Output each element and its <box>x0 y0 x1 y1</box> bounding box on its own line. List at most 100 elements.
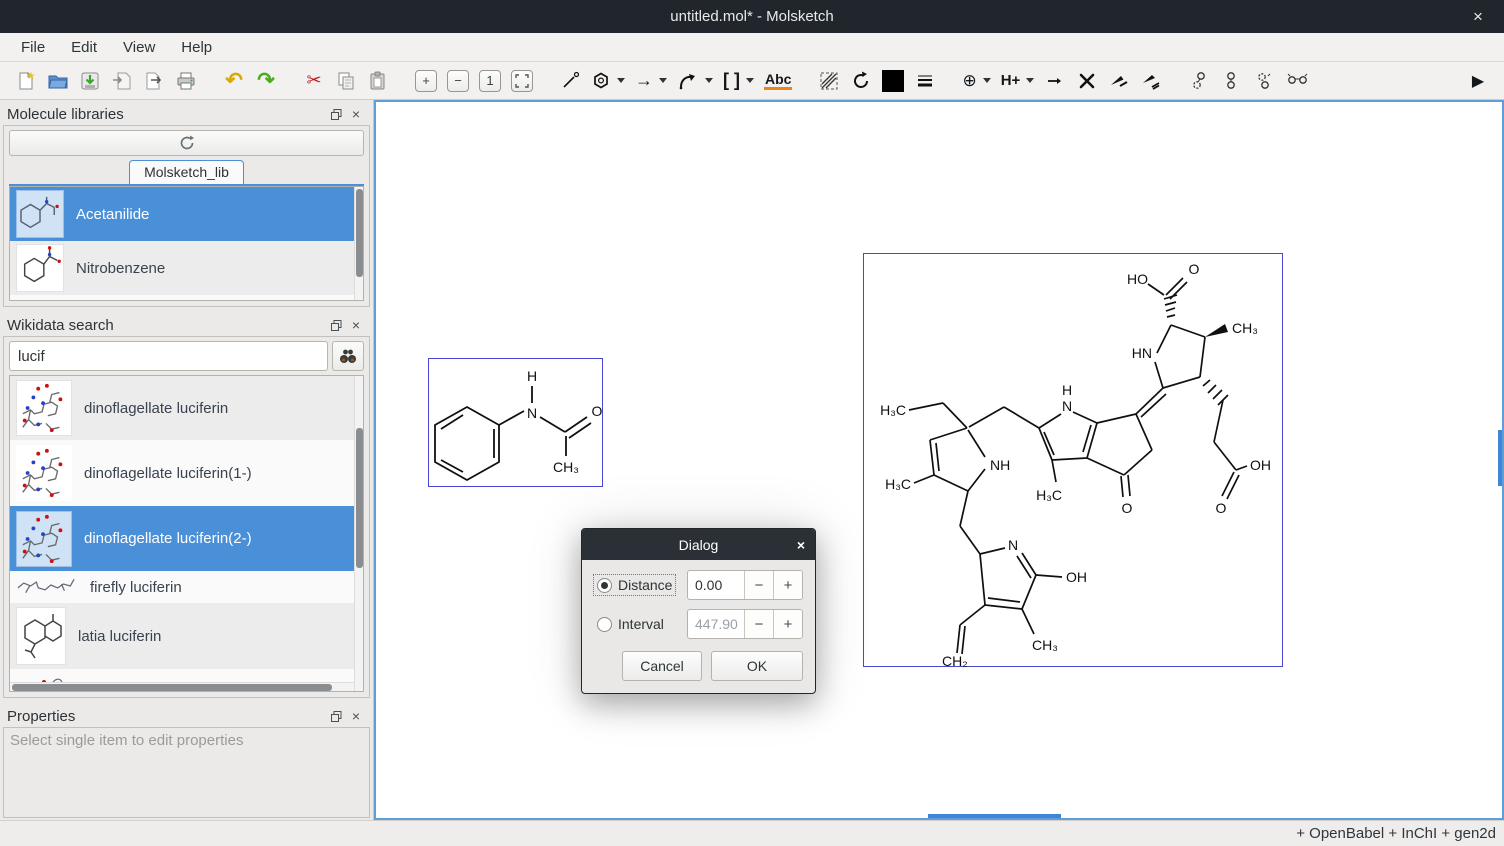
undo-button[interactable]: ↶ <box>220 66 248 96</box>
result-dinoflagellate-luciferin[interactable]: dinoflagellate luciferin <box>10 376 363 440</box>
window-close-button[interactable]: × <box>1464 0 1492 33</box>
line-width-tool-button[interactable] <box>911 66 939 96</box>
zoom-fit-button[interactable] <box>508 66 536 96</box>
interval-value[interactable]: 447.90 <box>688 610 744 638</box>
new-document-button[interactable]: ★ <box>12 66 40 96</box>
hash-bond-tool-button[interactable] <box>1137 66 1165 96</box>
result-firefly-luciferin[interactable]: firefly luciferin <box>10 571 363 603</box>
canvas-horizontal-scrollbar[interactable] <box>928 814 1061 818</box>
wikidata-search-button[interactable] <box>332 341 364 371</box>
library-list-scrollbar[interactable] <box>354 187 363 300</box>
print-document-button[interactable] <box>172 66 200 96</box>
atom-label: CH₃ <box>1232 320 1258 336</box>
wikidata-search-input[interactable] <box>9 341 328 371</box>
ring-chain-tool-1-button[interactable] <box>1185 66 1213 96</box>
atom-label: HN <box>1132 345 1152 361</box>
distance-spinbox[interactable]: 0.00 − + <box>687 570 803 600</box>
distance-radio-wrap[interactable]: Distance <box>594 575 675 595</box>
color-swatch-button[interactable] <box>879 66 907 96</box>
arrow-tool-dropdown[interactable] <box>659 78 667 83</box>
distance-decrement-button[interactable]: − <box>744 571 773 599</box>
rotate-tool-button[interactable] <box>847 66 875 96</box>
export-document-button[interactable] <box>108 66 136 96</box>
lone-pair-icon <box>1045 71 1065 91</box>
library-item-nitrobenzene[interactable]: Nitrobenzene <box>10 241 363 295</box>
mechanism-arrow-dropdown[interactable] <box>705 78 713 83</box>
wikidata-list-scrollbar[interactable] <box>354 376 363 691</box>
result-latia-luciferin[interactable]: latia luciferin <box>10 603 363 669</box>
drawing-canvas[interactable]: H N O CH₃ <box>374 100 1504 820</box>
dialog-titlebar[interactable]: Dialog × <box>582 529 815 560</box>
canvas-vertical-scrollbar[interactable] <box>1498 430 1502 486</box>
panel-float-button[interactable] <box>326 316 346 334</box>
panel-close-button[interactable]: × <box>346 316 366 334</box>
library-item-acetanilide[interactable]: Acetanilide <box>10 187 363 241</box>
panel-float-button[interactable] <box>326 105 346 123</box>
ring-tool-dropdown[interactable] <box>617 78 625 83</box>
distance-value[interactable]: 0.00 <box>688 571 744 599</box>
mechanism-arrow-tool-button[interactable] <box>674 66 716 96</box>
hydrogen-tool-dropdown[interactable] <box>1026 78 1034 83</box>
window-titlebar[interactable]: untitled.mol* - Molsketch × <box>0 0 1504 33</box>
import-icon <box>143 70 165 92</box>
redo-button[interactable]: ↷ <box>252 66 280 96</box>
menu-file[interactable]: File <box>8 35 58 60</box>
selection-tool-button[interactable] <box>815 66 843 96</box>
copy-button[interactable] <box>332 66 360 96</box>
lone-pair-tool-button[interactable] <box>1041 66 1069 96</box>
result-dinoflagellate-luciferin-1[interactable]: dinoflagellate luciferin(1-) <box>10 440 363 506</box>
interval-radio-wrap[interactable]: Interval <box>594 614 667 634</box>
paste-button[interactable] <box>364 66 392 96</box>
interval-spinbox[interactable]: 447.90 − + <box>687 609 803 639</box>
dialog-title: Dialog <box>679 537 719 553</box>
ring-tool-button[interactable] <box>588 66 628 96</box>
tab-molsketch-lib[interactable]: Molsketch_lib <box>129 160 244 184</box>
hydrogen-tool-button[interactable]: H+ <box>998 66 1038 96</box>
save-document-button[interactable] <box>76 66 104 96</box>
wedge-bond-tool-button[interactable] <box>1105 66 1133 96</box>
interval-increment-button[interactable]: + <box>773 610 802 638</box>
interval-radio[interactable] <box>597 617 612 632</box>
cancel-button[interactable]: Cancel <box>622 651 702 681</box>
charge-tool-dropdown[interactable] <box>983 78 991 83</box>
open-document-button[interactable] <box>44 66 72 96</box>
ring-chain-tool-2-button[interactable] <box>1217 66 1245 96</box>
import-document-button[interactable] <box>140 66 168 96</box>
toolbar-extender-button[interactable]: ▶ <box>1464 66 1492 96</box>
ring-tool-icon <box>591 71 611 91</box>
delete-tool-button[interactable] <box>1073 66 1101 96</box>
draw-bond-tool-button[interactable] <box>556 66 584 96</box>
panel-close-button[interactable]: × <box>346 707 366 725</box>
result-dinoflagellate-luciferin-2[interactable]: dinoflagellate luciferin(2-) <box>10 506 363 571</box>
panel-close-button[interactable]: × <box>346 105 366 123</box>
arrow-tool-button[interactable]: → <box>632 66 670 96</box>
refresh-libraries-button[interactable] <box>9 130 364 156</box>
ok-button[interactable]: OK <box>711 651 803 681</box>
wikidata-list-hscrollbar[interactable] <box>10 682 354 691</box>
ring-chain-tool-3-button[interactable] <box>1249 66 1277 96</box>
menu-edit[interactable]: Edit <box>58 35 110 60</box>
molecule-thumbnail <box>16 511 72 567</box>
zoom-original-button[interactable]: 1 <box>476 66 504 96</box>
bracket-tool-dropdown[interactable] <box>746 78 754 83</box>
wikidata-search-row <box>9 341 364 371</box>
ring-chain-tool-4-button[interactable] <box>1281 66 1313 96</box>
molecule-acetanilide[interactable]: H N O CH₃ <box>428 358 603 487</box>
bracket-tool-button[interactable]: [ ] <box>720 66 757 96</box>
text-tool-button[interactable]: Abc <box>761 66 795 96</box>
cut-button[interactable]: ✂ <box>300 66 328 96</box>
charge-tool-button[interactable]: ⊕ <box>959 66 993 96</box>
library-list: Acetanilide Nitrobenzene <box>9 186 364 301</box>
interval-decrement-button[interactable]: − <box>744 610 773 638</box>
zoom-out-button[interactable]: − <box>444 66 472 96</box>
distance-radio[interactable] <box>597 578 612 593</box>
menu-help[interactable]: Help <box>168 35 225 60</box>
dialog-close-button[interactable]: × <box>797 529 805 560</box>
menu-view[interactable]: View <box>110 35 168 60</box>
panel-float-button[interactable] <box>326 707 346 725</box>
molecule-luciferin[interactable]: HO O CH₃ HN H N H₃C H₃C NH H₃C O OH O N … <box>863 253 1283 667</box>
wikidata-search-panel: Wikidata search × dinoflagellat <box>3 314 370 698</box>
zoom-out-icon: − <box>447 70 469 92</box>
zoom-in-button[interactable]: + <box>412 66 440 96</box>
distance-increment-button[interactable]: + <box>773 571 802 599</box>
